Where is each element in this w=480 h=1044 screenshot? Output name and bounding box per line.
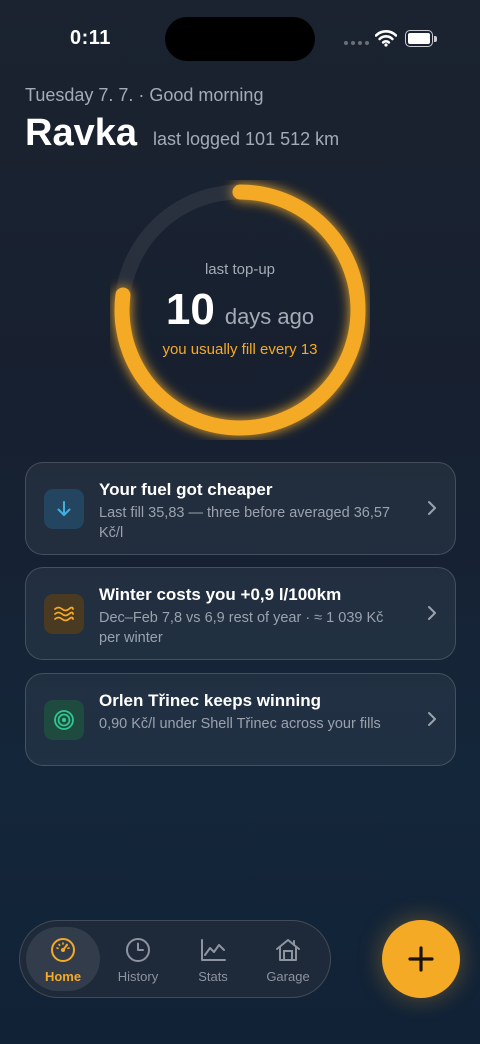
tab-label: Home [44,969,82,984]
plus-icon [408,946,434,972]
title-row: Ravka last logged 101 512 km [25,112,339,155]
chevron-right-icon [428,606,436,620]
cellular-signal-icon [344,41,369,45]
days-since-fill-unit: days ago [224,304,315,329]
arrow-down-icon [44,489,84,529]
add-fill-button[interactable] [382,920,460,998]
insight-title: Your fuel got cheaper [99,480,273,499]
greeting-text: Tuesday 7. 7. · Good morning [25,85,264,105]
insight-body: 0,90 Kč/l under Shell Třinec across your… [99,716,381,732]
status-time: 0:11 [70,27,111,49]
insight-body: Last fill 35,83 — three before averaged … [99,505,390,541]
insight-body: Dec–Feb 7,8 vs 6,9 rest of year · ≈ 1 03… [99,610,384,646]
gauge-icon [51,938,75,962]
fill-progress-ring[interactable]: last top-up 10 days ago you usually fill… [110,180,370,440]
waves-icon [44,594,84,634]
fill-interval-hint: you usually fill every 13 [162,341,318,358]
insight-card-cheaper-fuel[interactable]: Your fuel got cheaper Last fill 35,83 — … [25,462,456,555]
insight-title: Winter costs you +0,9 l/100km [99,585,342,604]
insight-card-station-winner[interactable]: Orlen Třinec keeps winning 0,90 Kč/l und… [25,673,456,766]
chevron-right-icon [428,501,436,515]
ring-value-row: 10 days ago [110,285,370,335]
wifi-icon [375,30,397,47]
battery-icon [405,30,437,47]
garage-icon [276,939,300,961]
tab-garage[interactable]: Garage [251,927,325,991]
tab-label: History [117,969,159,984]
clock-icon [126,938,150,962]
dynamic-island [165,17,315,61]
days-since-fill-value: 10 [165,285,215,334]
vehicle-name: Ravka [25,112,137,154]
chevron-right-icon [428,712,436,726]
insight-title: Orlen Třinec keeps winning [99,691,321,710]
tab-label: Garage [266,969,310,984]
ring-caption: last top-up [204,261,276,278]
chart-icon [201,939,226,961]
status-bar: 0:11 [0,0,480,80]
tab-home[interactable]: Home [26,927,100,991]
tab-history[interactable]: History [101,927,175,991]
odometer-text: last logged 101 512 km [152,129,340,149]
tab-bar: Home History Stats Garage [19,920,331,998]
tab-stats[interactable]: Stats [176,927,250,991]
ring-labels: last top-up 10 days ago you usually fill… [110,180,370,440]
insight-card-winter-costs[interactable]: Winter costs you +0,9 l/100km Dec–Feb 7,… [25,567,456,660]
target-icon [44,700,84,740]
tab-label: Stats [198,969,228,984]
